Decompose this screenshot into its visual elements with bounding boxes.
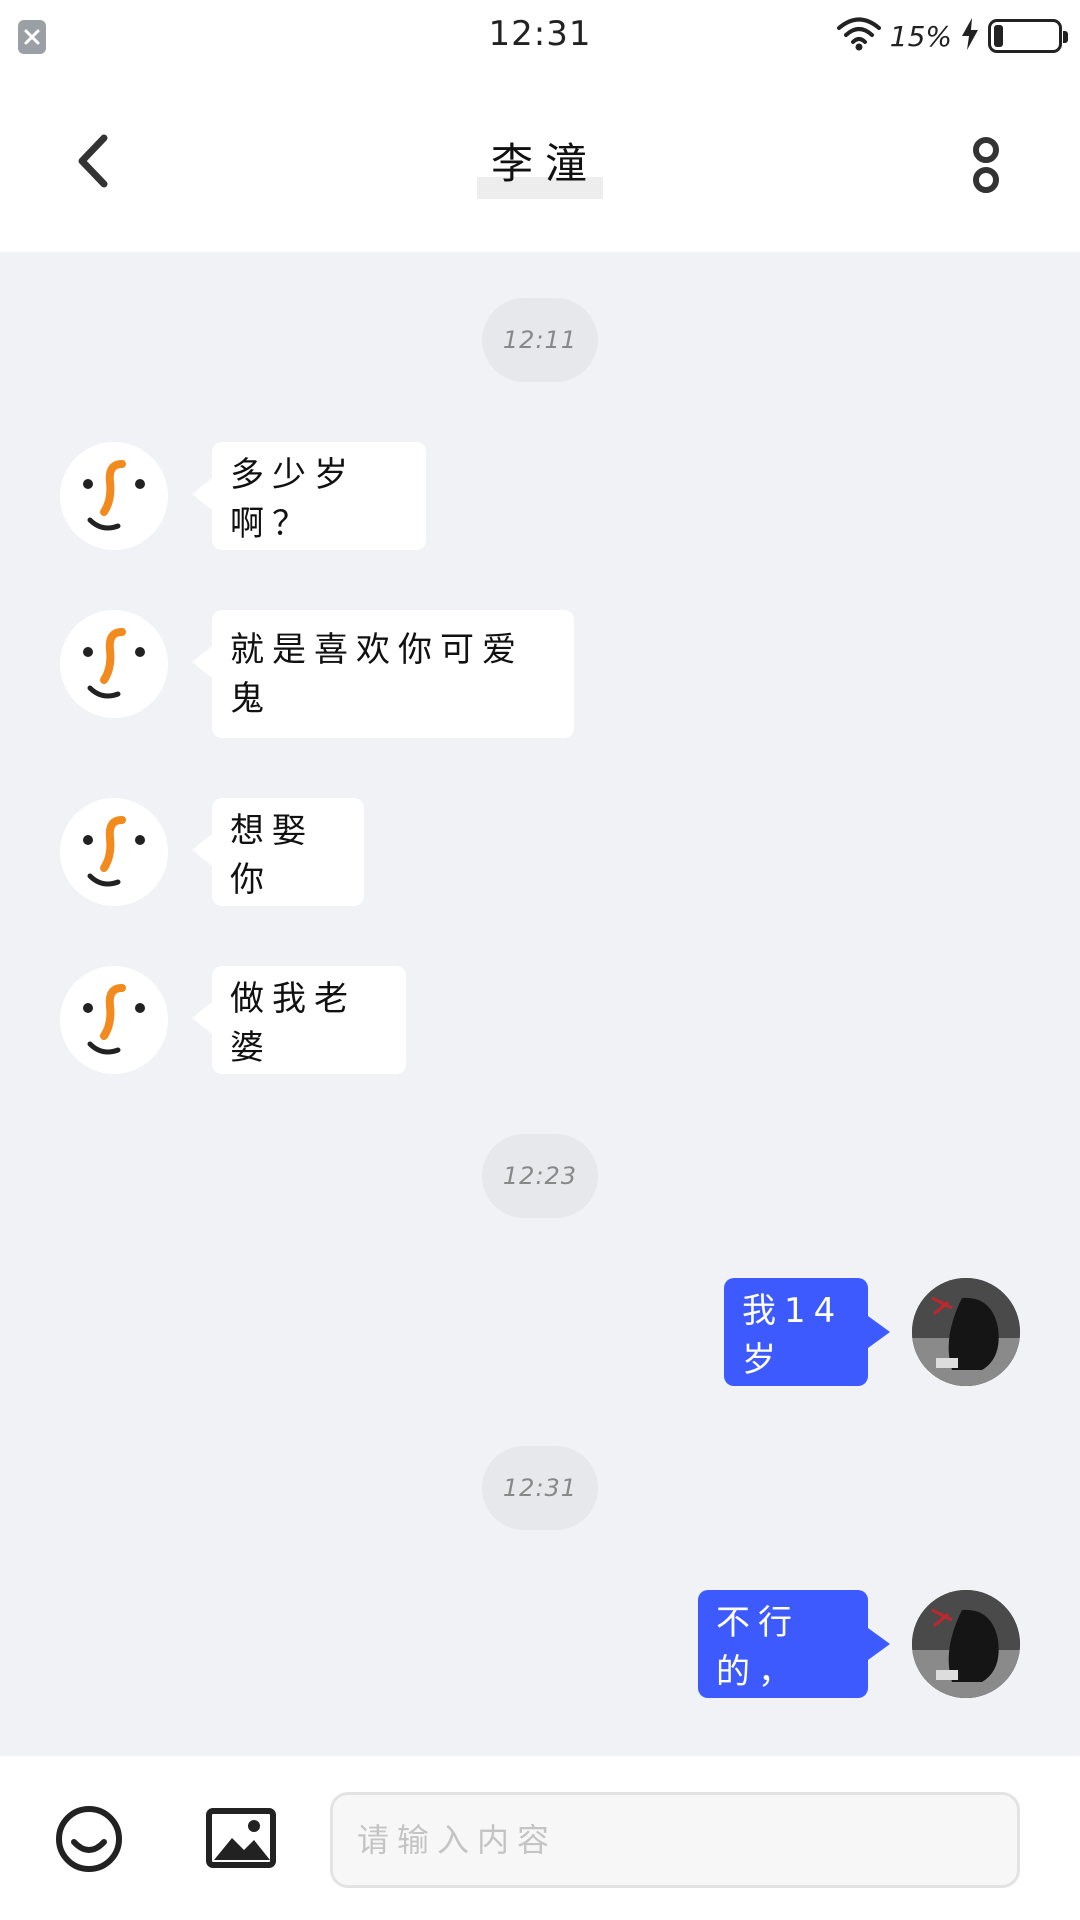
message-text: 不行的， (716, 1603, 800, 1692)
incoming-message-bubble[interactable]: 就是喜欢你可爱鬼 (192, 610, 574, 738)
message-text: 做我老婆 (230, 979, 356, 1068)
message-text: 我14岁 (742, 1291, 844, 1380)
outgoing-message-bubble[interactable]: 我14岁 (724, 1278, 890, 1386)
message-input[interactable] (330, 1792, 1020, 1888)
timestamp: 12:31 (482, 1446, 598, 1530)
message-text: 想娶你 (230, 811, 314, 900)
message-text: 就是喜欢你可爱鬼 (230, 630, 524, 719)
more-options-icon[interactable] (966, 130, 1006, 200)
contact-name-title: 李潼 (476, 130, 603, 199)
timestamp: 12:23 (482, 1134, 598, 1218)
contact-avatar[interactable] (60, 442, 168, 550)
charging-icon (960, 17, 980, 55)
outgoing-message-bubble[interactable]: 不行的， (698, 1590, 890, 1698)
battery-icon (988, 19, 1068, 53)
wifi-icon (836, 17, 882, 55)
input-bar (0, 1756, 1080, 1920)
message-text: 多少岁啊？ (230, 455, 356, 544)
status-bar: 12:31 15% (0, 0, 1080, 74)
chat-header: 李潼 (0, 74, 1080, 252)
contact-avatar[interactable] (60, 966, 168, 1074)
contact-avatar[interactable] (60, 610, 168, 718)
user-avatar[interactable] (912, 1278, 1020, 1386)
image-icon[interactable] (206, 1808, 276, 1868)
incoming-message-bubble[interactable]: 做我老婆 (192, 966, 406, 1074)
user-avatar[interactable] (912, 1590, 1020, 1698)
contact-avatar[interactable] (60, 798, 168, 906)
battery-percent: 15% (889, 19, 952, 53)
timestamp: 12:11 (482, 298, 598, 382)
incoming-message-bubble[interactable]: 想娶你 (192, 798, 364, 906)
message-list[interactable]: 12:11 多少岁啊？ 就是喜欢你可爱鬼 想娶你 做我老婆 12:23 我14岁… (0, 252, 1080, 1756)
emoji-icon[interactable] (54, 1804, 124, 1874)
incoming-message-bubble[interactable]: 多少岁啊？ (192, 442, 426, 550)
